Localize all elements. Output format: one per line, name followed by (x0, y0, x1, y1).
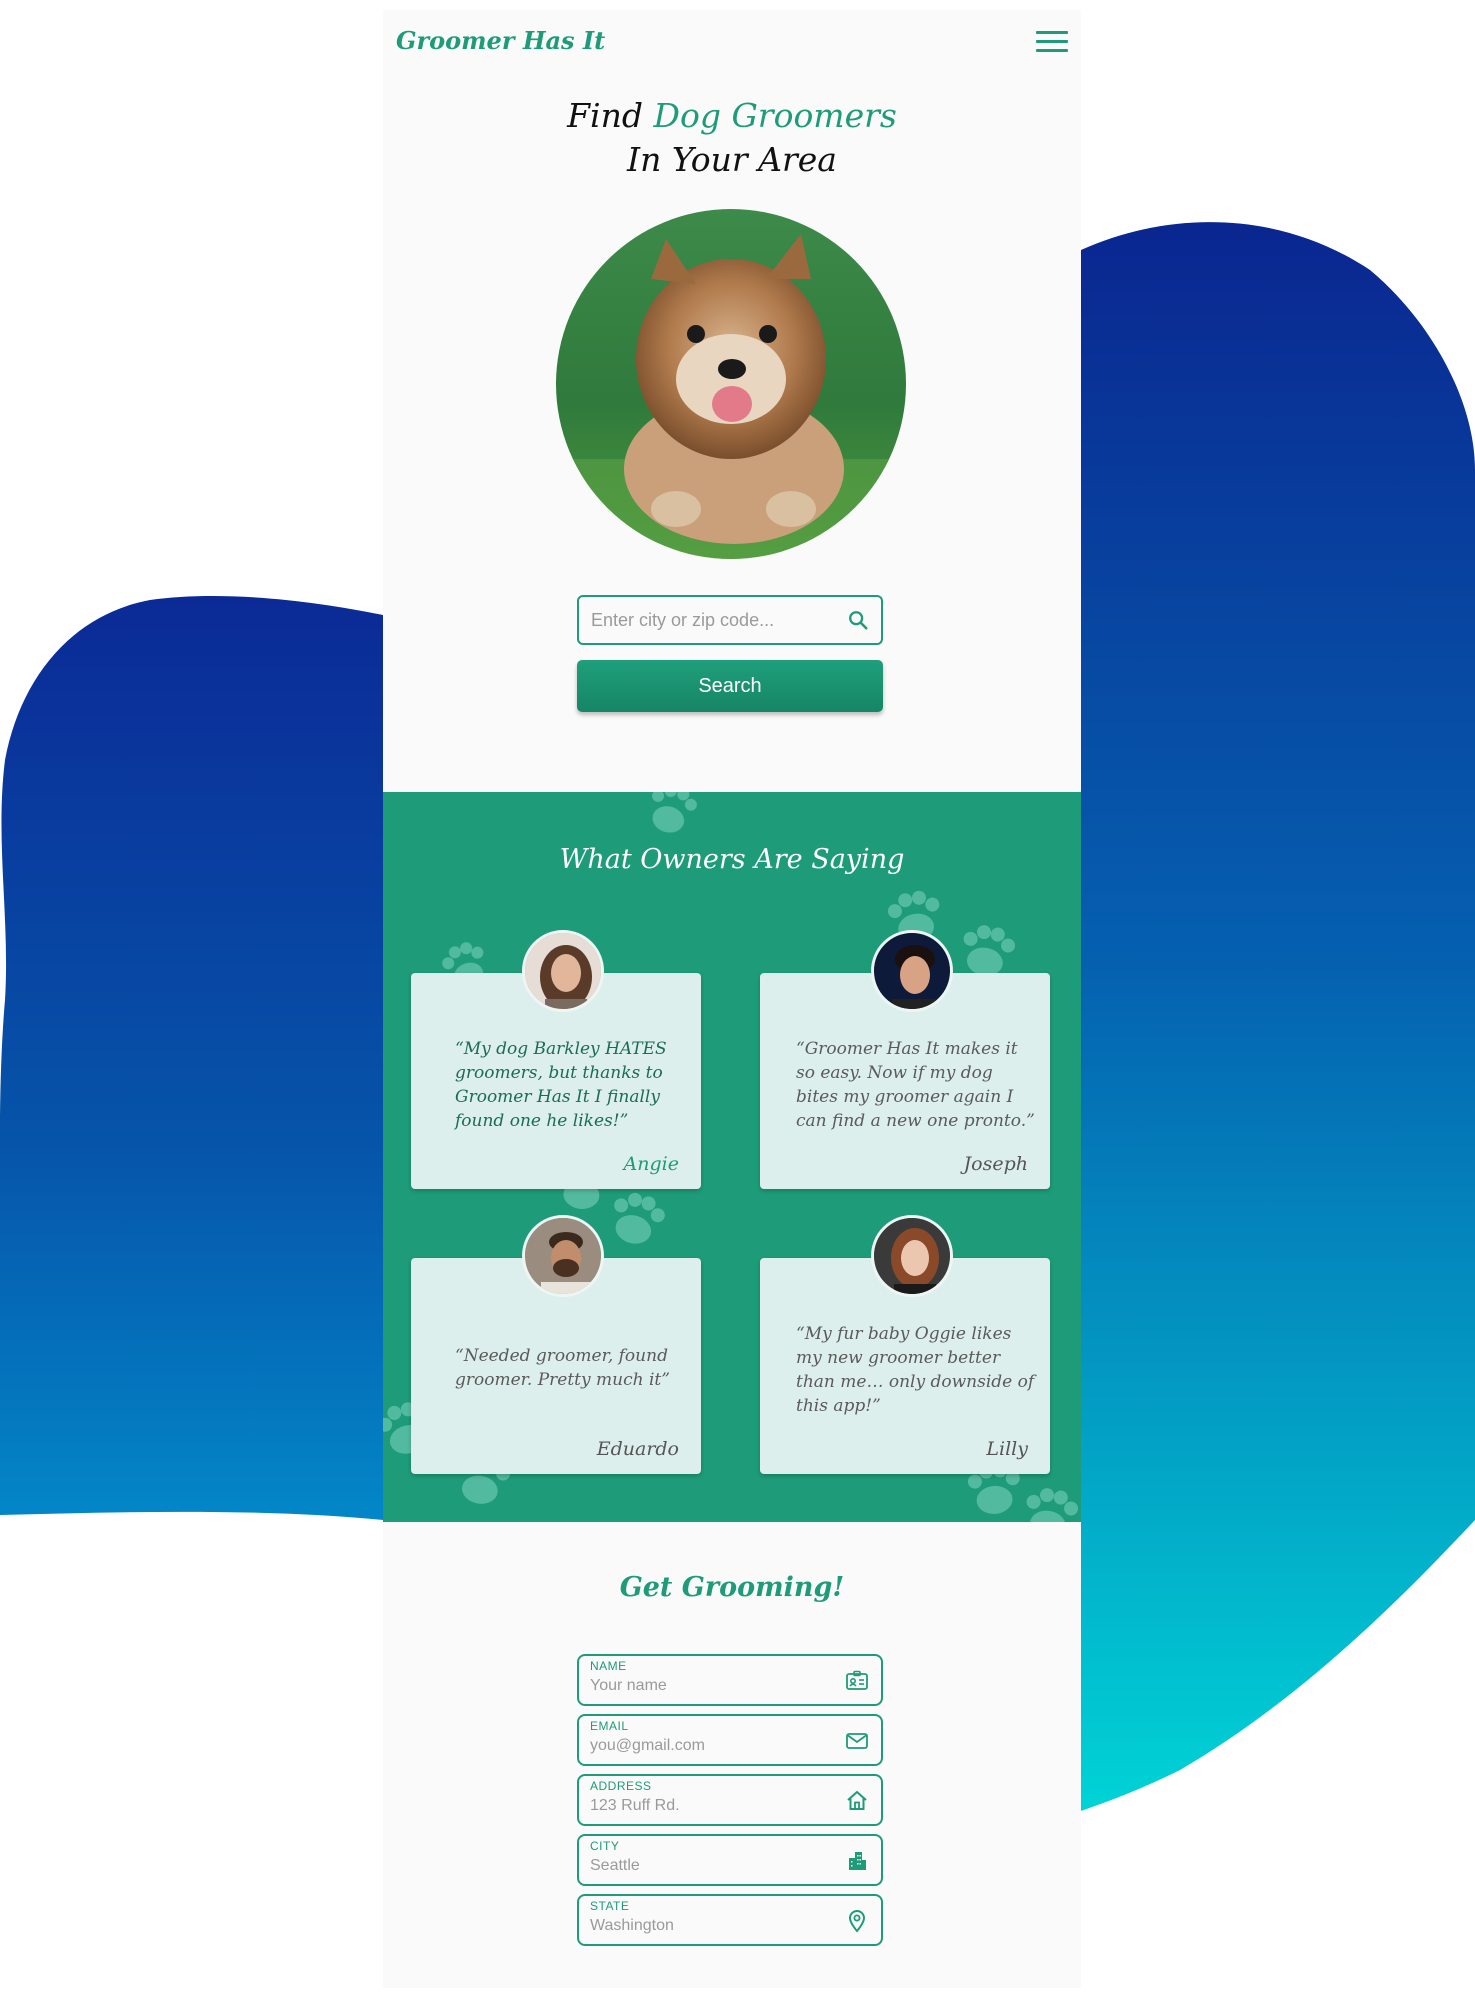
city-buildings-icon (849, 1852, 866, 1870)
search-button[interactable]: Search (577, 660, 883, 712)
mobile-page: Groomer Has It Find Dog Groomers In Your… (383, 10, 1081, 1988)
email-field[interactable]: EMAIL you@gmail.com (577, 1714, 883, 1766)
testimonial-author: Eduardo (596, 1438, 679, 1460)
hero-title: Find Dog Groomers In Your Area (383, 94, 1081, 182)
envelope-icon (846, 1733, 868, 1749)
testimonial-author: Lilly (986, 1438, 1028, 1460)
testimonial-quote: “Groomer Has It makes it so easy. Now if… (796, 1039, 1035, 1131)
hero-title-accent: Dog Groomers (653, 96, 897, 135)
address-field[interactable]: ADDRESS 123 Ruff Rd. (577, 1774, 883, 1826)
avatar (522, 1215, 604, 1297)
hero-title-line2: In Your Area (627, 140, 837, 179)
paw-print (963, 925, 1016, 976)
form-title: Get Grooming! (619, 1572, 845, 1603)
field-label: ADDRESS (590, 1779, 652, 1793)
hamburger-menu-icon[interactable] (1036, 31, 1068, 53)
paw-print (614, 1192, 665, 1244)
testimonial-quote: “Needed groomer, found groomer. Pretty m… (455, 1346, 670, 1390)
field-placeholder[interactable]: you@gmail.com (590, 1737, 705, 1755)
avatar (522, 930, 604, 1012)
hero-title-prefix: Find (567, 96, 643, 135)
city-field[interactable]: CITY Seattle (577, 1834, 883, 1886)
location-pin-icon (848, 1910, 866, 1933)
testimonials-section: What Owners Are Saying “My dog Barkley H… (383, 792, 1081, 1522)
home-icon (847, 1791, 867, 1810)
testimonials-title: What Owners Are Saying (559, 844, 905, 875)
search-input[interactable] (591, 597, 831, 643)
brand-logo[interactable]: Groomer Has It (396, 26, 605, 55)
testimonial-author: Angie (623, 1153, 679, 1175)
avatar (871, 1215, 953, 1297)
testimonial-author: Joseph (963, 1153, 1028, 1175)
paw-print (652, 792, 697, 833)
search-icon[interactable] (847, 609, 869, 631)
field-label: NAME (590, 1659, 627, 1673)
field-placeholder[interactable]: Your name (590, 1677, 667, 1695)
field-placeholder[interactable]: Seattle (590, 1857, 640, 1875)
field-placeholder[interactable]: 123 Ruff Rd. (590, 1797, 680, 1815)
state-field[interactable]: STATE Washington (577, 1894, 883, 1946)
name-field[interactable]: NAME Your name (577, 1654, 883, 1706)
field-label: STATE (590, 1899, 630, 1913)
avatar (871, 930, 953, 1012)
field-label: CITY (590, 1839, 620, 1853)
field-placeholder[interactable]: Washington (590, 1917, 674, 1935)
left-blob (0, 596, 383, 1520)
testimonial-quote: “My fur baby Oggie likes my new groomer … (796, 1324, 1035, 1416)
paw-print (1026, 1488, 1079, 1522)
search-field[interactable] (577, 595, 883, 645)
field-label: EMAIL (590, 1719, 629, 1733)
puppy-photo (556, 209, 906, 559)
testimonial-quote: “My dog Barkley HATES groomers, but than… (455, 1039, 667, 1131)
id-card-icon (846, 1670, 868, 1690)
